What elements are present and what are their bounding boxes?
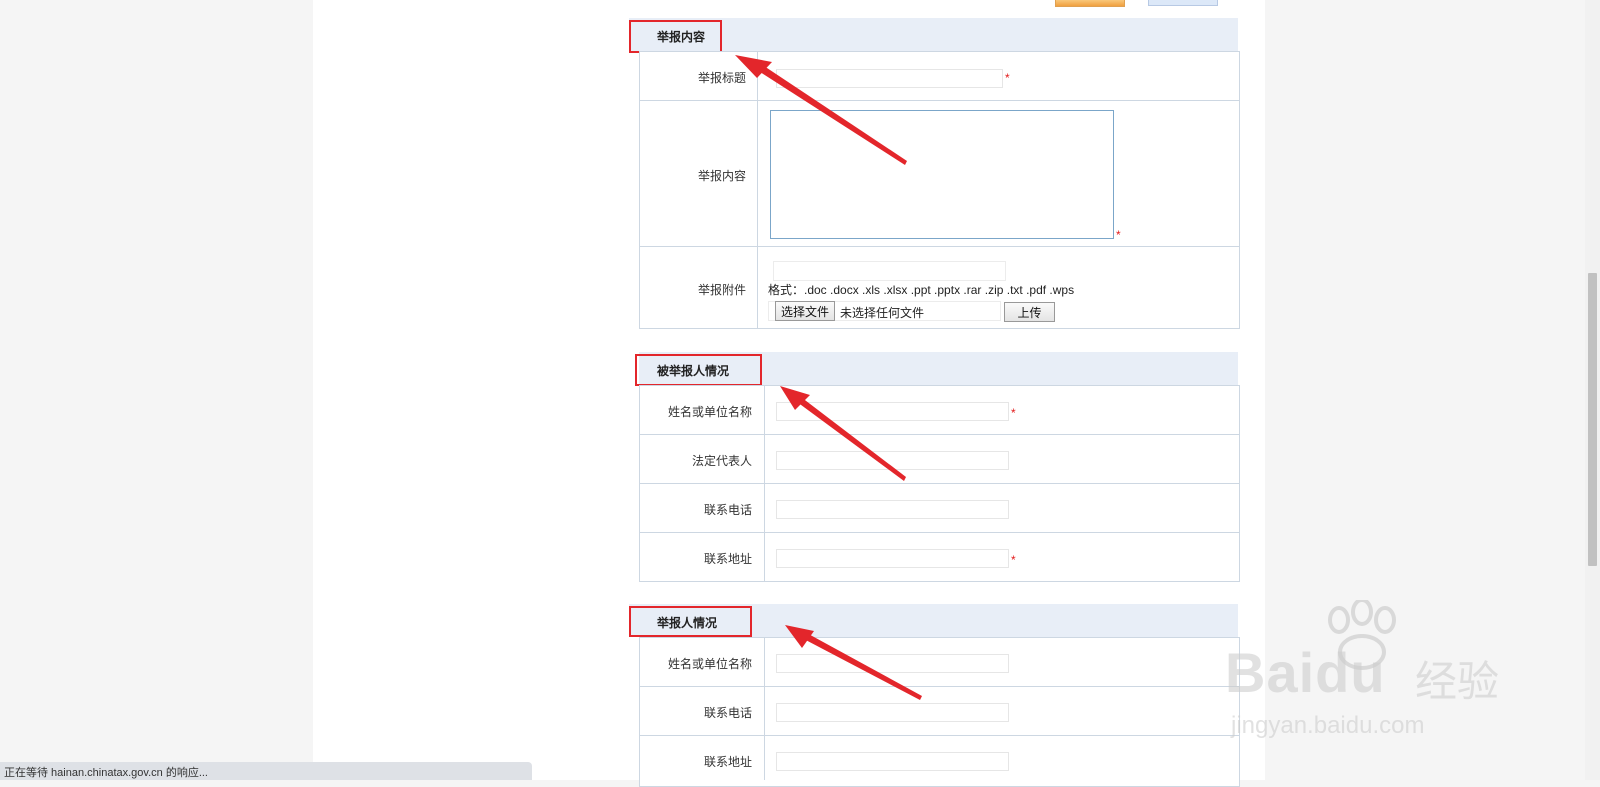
annotation-arrow-1 xyxy=(735,55,907,165)
baidu-jingyan-watermark: Baidu 经验 jingyan.baidu.com xyxy=(1225,600,1525,750)
annotation-arrow-2 xyxy=(780,386,906,481)
annotation-arrow-3 xyxy=(785,625,922,700)
vertical-scrollbar-thumb[interactable] xyxy=(1588,273,1597,566)
watermark-brand-cn: 经验 xyxy=(1415,658,1500,705)
browser-status-bar: 正在等待 hainan.chinatax.gov.cn 的响应... xyxy=(0,762,532,780)
watermark-url: jingyan.baidu.com xyxy=(1231,712,1425,739)
watermark-brand: Baidu xyxy=(1225,641,1386,704)
